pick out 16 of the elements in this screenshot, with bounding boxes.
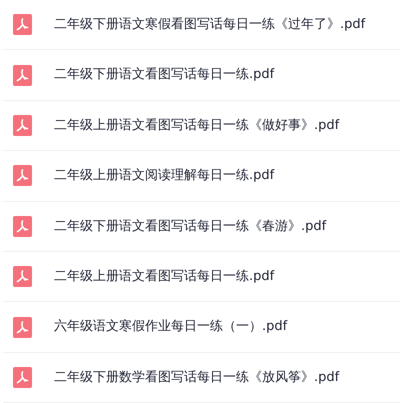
file-name[interactable]: 二年级下册语文看图写话每日一练.pdf (54, 65, 274, 85)
pdf-file-icon (13, 165, 32, 186)
pdf-file-icon (13, 366, 32, 388)
file-name[interactable]: 二年级下册语文寒假看图写话每日一练《过年了》.pdf (54, 14, 366, 34)
file-name[interactable]: 二年级上册语文阅读理解每日一练.pdf (54, 166, 274, 186)
pdf-file-icon (13, 64, 32, 86)
pdf-file-icon (13, 114, 32, 136)
file-name[interactable]: 二年级下册语文看图写话每日一练《春游》.pdf (54, 216, 326, 236)
pdf-file-icon (13, 316, 32, 338)
pdf-file-icon (13, 216, 32, 237)
pdf-file-icon (13, 266, 32, 288)
file-name[interactable]: 二年级上册语文看图写话每日一练《做好事》.pdf (54, 116, 340, 136)
file-name[interactable]: 二年级下册数学看图写话每日一练《放风筝》.pdf (54, 368, 340, 388)
pdf-file-icon (13, 14, 32, 36)
file-name[interactable]: 二年级上册语文看图写话每日一练.pdf (54, 266, 274, 286)
file-name[interactable]: 六年级语文寒假作业每日一练（一）.pdf (54, 317, 288, 337)
